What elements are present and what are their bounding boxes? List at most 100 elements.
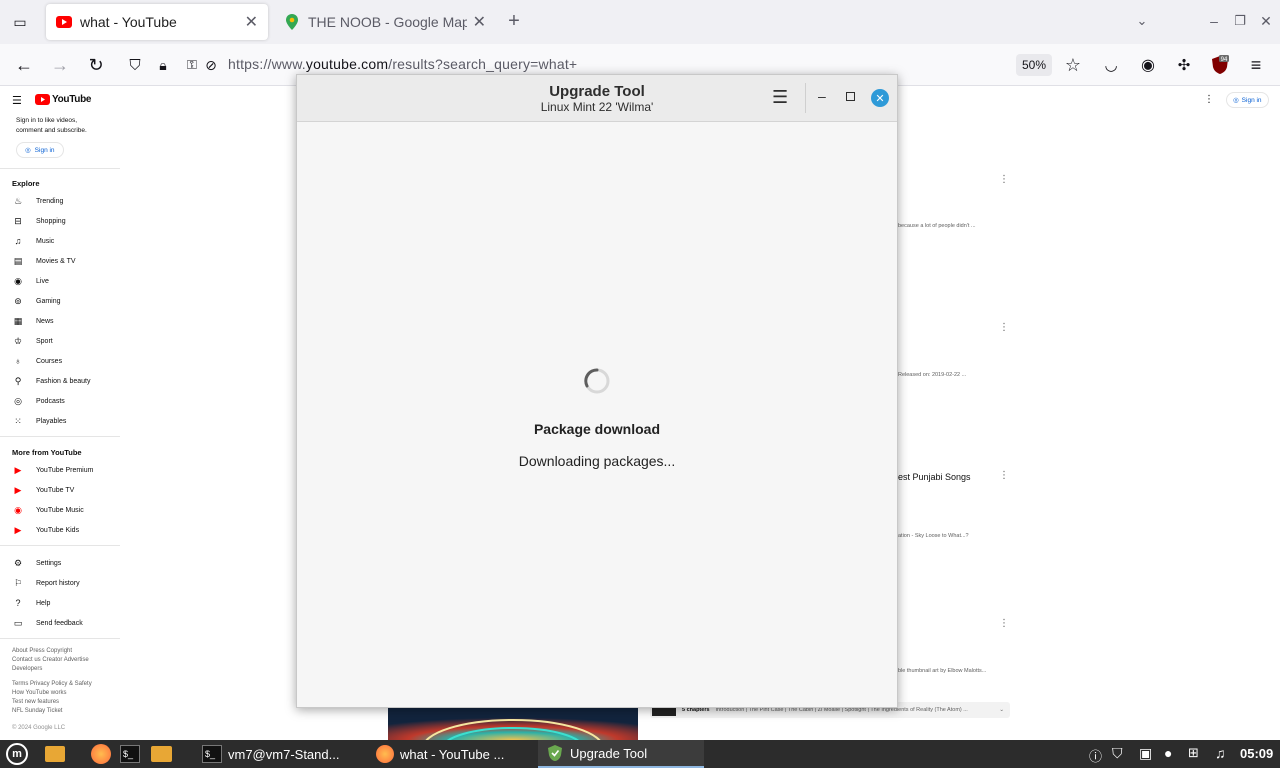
top-signin-button[interactable]: ◎ Sign in — [1226, 92, 1269, 108]
result-snippet: ble thumbnail art by Elbow Malotts... — [898, 668, 987, 674]
sidebar-item-fashion[interactable]: ⚲ Fashion & beauty — [12, 376, 91, 387]
flag-icon: ⚐ — [13, 578, 23, 588]
footer-links[interactable]: NFL Sunday Ticket — [12, 708, 62, 714]
url-path: /results?search_query=what+ — [388, 56, 578, 72]
sidebar-item-news[interactable]: ▦ News — [12, 316, 54, 327]
minimize-icon[interactable]: – — [818, 88, 826, 104]
sidebar-item-podcasts[interactable]: ◎ Podcasts — [12, 396, 65, 407]
footer-links[interactable]: About Press Copyright — [12, 648, 72, 654]
youtube-music-icon: ◉ — [14, 505, 22, 515]
taskbar-window-firefox[interactable]: what - YouTube ... — [370, 740, 536, 768]
zoom-level-button[interactable]: 50% — [1016, 54, 1052, 76]
music-note-icon[interactable]: ♫ — [1215, 745, 1226, 761]
minimize-window-icon[interactable]: – — [1203, 10, 1225, 32]
film-icon: ▤ — [13, 256, 23, 266]
footer-links[interactable]: Contact us Creator Advertise — [12, 657, 89, 663]
close-tab-icon[interactable]: ✕ — [245, 12, 258, 32]
close-tab-icon[interactable]: ✕ — [473, 12, 486, 32]
sidebar-item-playables[interactable]: ⁙ Playables — [12, 416, 66, 427]
new-tab-icon[interactable]: + — [503, 10, 525, 32]
reload-icon[interactable]: ↻ — [85, 54, 107, 76]
sidebar-item-kids[interactable]: ▶ YouTube Kids — [12, 525, 80, 536]
tab-youtube[interactable]: what - YouTube ✕ — [46, 4, 268, 40]
firefox-launcher[interactable] — [91, 740, 111, 768]
back-arrow-icon[interactable]: ← — [13, 54, 35, 76]
maximize-window-icon[interactable]: ❐ — [1229, 10, 1251, 32]
sidebar-item-premium[interactable]: ▶ YouTube Premium — [12, 465, 94, 476]
network-icon[interactable]: ⊞ — [1188, 745, 1199, 761]
shield-icon[interactable]: ⛉ — [124, 54, 146, 76]
footer-links[interactable]: Test new features — [12, 699, 59, 705]
close-window-icon[interactable]: ✕ — [1255, 10, 1277, 32]
extensions-puzzle-icon[interactable]: ✣ — [1173, 54, 1195, 76]
sidebar-item-music[interactable]: ♫ Music — [12, 236, 55, 246]
sidebar-item-feedback[interactable]: ▭ Send feedback — [12, 618, 83, 629]
terminal-icon: $_ — [120, 745, 140, 763]
sidebar-item-gaming[interactable]: ⊚ Gaming — [12, 296, 60, 307]
address-bar[interactable]: https://www.youtube.com/results?search_q… — [228, 56, 577, 72]
live-icon: ◉ — [14, 276, 22, 286]
sidebar-item-shopping[interactable]: ⊟ Shopping — [12, 216, 65, 227]
ublock-shield-icon[interactable]: 94 — [1209, 54, 1231, 76]
terminal-launcher[interactable]: $_ — [120, 740, 140, 768]
help-icon: ? — [15, 598, 21, 608]
account-icon[interactable]: ◉ — [1137, 54, 1159, 76]
video-thumbnail[interactable] — [388, 708, 638, 740]
sidebar-item-tv[interactable]: ▶ YouTube TV — [12, 485, 75, 496]
forward-arrow-icon[interactable]: → — [49, 54, 71, 76]
more-options-icon[interactable]: ⋮ — [1204, 94, 1214, 105]
chevron-down-icon[interactable]: ⌄ — [999, 707, 1004, 713]
sidebar-item-report-history[interactable]: ⚐ Report history — [12, 578, 80, 589]
clock[interactable]: 05:09 — [1240, 746, 1273, 761]
lock-icon[interactable]: 🔒︎ — [152, 54, 174, 76]
sidebar-item-trending[interactable]: ♨ Trending — [12, 196, 63, 207]
sidebar-item-sport[interactable]: ♔ Sport — [12, 336, 53, 347]
hamburger-menu-icon[interactable]: ☰ — [772, 87, 788, 108]
taskbar-window-upgrade-tool[interactable]: Upgrade Tool — [538, 740, 704, 768]
sidebar-item-movies[interactable]: ▤ Movies & TV — [12, 256, 76, 267]
sidebar-item-music-app[interactable]: ◉ YouTube Music — [12, 505, 84, 516]
chevron-down-icon[interactable]: ⌄ — [1131, 10, 1153, 32]
update-manager-icon[interactable]: ▣ — [1139, 745, 1152, 762]
footer-links[interactable]: How YouTube works — [12, 690, 66, 696]
show-desktop-launcher[interactable] — [45, 740, 65, 768]
sidebar-item-help[interactable]: ? Help — [12, 598, 50, 608]
close-icon[interactable]: ✕ — [871, 89, 889, 107]
tab-list-icon[interactable]: ▭ — [9, 11, 31, 33]
user-icon[interactable]: ● — [1164, 745, 1172, 761]
sidebar-signin-button[interactable]: ◎ Sign in — [16, 142, 64, 158]
result-options-icon[interactable]: ⋮ — [999, 174, 1009, 185]
maximize-icon[interactable] — [846, 92, 855, 101]
pocket-icon[interactable]: ◡ — [1100, 54, 1122, 76]
info-icon[interactable]: ⓘ — [1089, 746, 1102, 765]
bookmark-star-icon[interactable]: ☆ — [1062, 54, 1084, 76]
shield-icon[interactable]: ⛉ — [1112, 745, 1123, 762]
tracking-blocked-icon[interactable]: ⊘ — [200, 54, 222, 76]
youtube-tv-icon: ▶ — [14, 485, 22, 495]
tab-title: THE NOOB - Google Maps — [308, 14, 467, 30]
menu-hamburger-icon[interactable]: ≡ — [1245, 54, 1267, 76]
result-options-icon[interactable]: ⋮ — [999, 618, 1009, 629]
start-menu-button[interactable]: m — [6, 740, 28, 768]
files-launcher[interactable] — [151, 740, 172, 768]
tab-title: what - YouTube — [80, 14, 177, 30]
desktop-icon — [45, 746, 65, 762]
tab-google-maps[interactable]: THE NOOB - Google Maps ✕ — [274, 4, 496, 40]
footer-links[interactable]: Terms Privacy Policy & Safety — [12, 681, 92, 687]
taskbar-window-terminal[interactable]: $_ vm7@vm7-Stand... — [196, 740, 368, 768]
music-note-icon: ♫ — [14, 236, 22, 246]
footer-links[interactable]: Developers — [12, 666, 42, 672]
shopping-bag-icon: ⊟ — [14, 216, 22, 226]
sidebar-item-live[interactable]: ◉ Live — [12, 276, 49, 287]
mint-menu-icon: m — [6, 743, 28, 765]
youtube-kids-icon: ▶ — [14, 525, 22, 535]
window-subtitle: Linux Mint 22 'Wilma' — [540, 100, 654, 114]
result-title[interactable]: est Punjabi Songs — [898, 472, 971, 482]
hanger-icon: ⚲ — [14, 376, 22, 386]
result-options-icon[interactable]: ⋮ — [999, 470, 1009, 481]
sidebar-item-settings[interactable]: ⚙ Settings — [12, 558, 61, 569]
sidebar-item-courses[interactable]: ♁ Courses — [12, 356, 62, 366]
result-options-icon[interactable]: ⋮ — [999, 322, 1009, 333]
window-titlebar[interactable]: Upgrade Tool Linux Mint 22 'Wilma' ☰ – ✕ — [297, 75, 897, 122]
progress-heading: Package download — [533, 421, 661, 437]
